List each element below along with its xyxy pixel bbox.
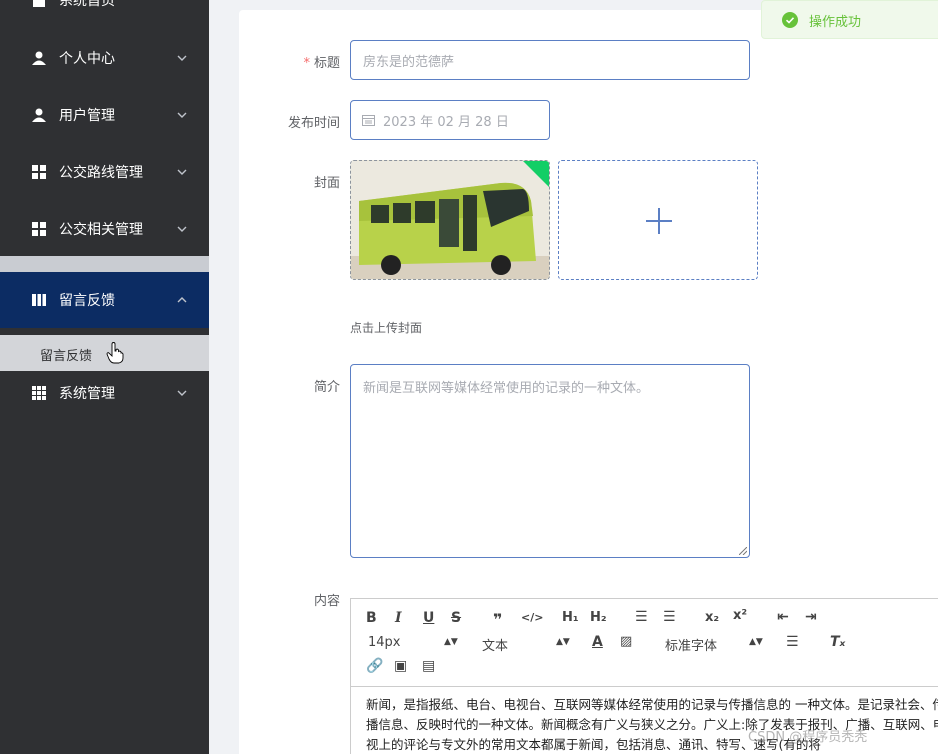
content-label: 内容	[313, 594, 340, 609]
check-circle-icon	[782, 12, 798, 28]
background-color-icon[interactable]: ▨	[620, 634, 632, 649]
book-icon	[31, 292, 47, 308]
user-icon	[31, 50, 47, 66]
publish-time-picker[interactable]: 2023 年 02 月 28 日	[350, 100, 550, 140]
sidebar-subitem-label: 留言反馈	[40, 349, 93, 364]
summary-value: 新闻是互联网等媒体经常使用的记录的一种文体。	[363, 381, 650, 396]
font-size-value: 14px	[368, 635, 401, 650]
chevron-up-icon	[177, 297, 187, 303]
chevron-down-icon	[177, 226, 187, 232]
cover-upload-button[interactable]	[558, 160, 758, 280]
select-caret-icon: ▲▼	[556, 637, 570, 647]
sidebar-item-label: 公交相关管理	[59, 222, 143, 238]
select-caret-icon: ▲▼	[749, 637, 763, 647]
superscript-icon[interactable]: x²	[733, 608, 747, 623]
resize-handle-icon[interactable]	[739, 547, 747, 555]
sidebar-item-label: 系统首页	[59, 0, 115, 9]
image-icon[interactable]: ▣	[394, 658, 407, 674]
chevron-down-icon	[177, 55, 187, 61]
sidebar-item-label: 公交路线管理	[59, 165, 143, 181]
blockquote-icon[interactable]: ❞	[493, 610, 502, 629]
video-icon[interactable]: ▤	[422, 658, 435, 674]
title-label: * 标题	[280, 52, 340, 71]
font-color-icon[interactable]: A	[592, 634, 603, 650]
editor-content[interactable]: 新闻，是指报纸、电台、电视台、互联网等媒体经常使用的记录与传播信息的 一种文体。…	[366, 695, 938, 754]
cover-hint: 点击上传封面	[350, 321, 423, 335]
font-size-select[interactable]: 14px ▲▼	[368, 635, 458, 650]
heading2-icon[interactable]: H₂	[590, 610, 607, 625]
align-icon[interactable]: ☰	[786, 634, 799, 650]
required-mark: *	[303, 56, 310, 71]
link-icon[interactable]: 🔗	[366, 658, 383, 674]
chevron-down-icon	[177, 112, 187, 118]
block-type-select[interactable]: 文本 ▲▼	[482, 635, 572, 654]
heading1-icon[interactable]: H₁	[562, 610, 579, 625]
indent-icon[interactable]: ⇥	[805, 609, 817, 625]
code-block-icon[interactable]: </>	[521, 611, 543, 624]
outdent-icon[interactable]: ⇤	[777, 609, 789, 625]
bullet-list-icon[interactable]: ☰	[663, 609, 676, 625]
title-input[interactable]: 房东是的范德萨	[350, 40, 750, 80]
cover-label: 封面	[313, 176, 340, 191]
sidebar-item-home[interactable]: 系统首页	[0, 0, 209, 28]
sidebar-item-label: 系统管理	[59, 386, 115, 402]
underline-icon[interactable]: U	[423, 610, 434, 626]
select-caret-icon: ▲▼	[444, 637, 458, 647]
sidebar-item-system-management[interactable]: 系统管理	[0, 365, 209, 421]
chevron-down-icon	[177, 390, 187, 396]
editor-toolbar: B I U S ❞ </> H₁ H₂ ☰ ☰ x₂ x² ⇤ ⇥ 14px ▲…	[351, 599, 938, 687]
summary-label: 简介	[313, 380, 340, 395]
sidebar-item-bus-related-management[interactable]: 公交相关管理	[0, 201, 209, 257]
publish-time-value: 2023 年 02 月 28 日	[383, 114, 509, 130]
apps-icon	[31, 385, 47, 401]
publish-time-label: 发布时间	[287, 116, 340, 131]
font-family-select[interactable]: 标准字体 ▲▼	[665, 635, 765, 654]
sidebar-item-bus-route-management[interactable]: 公交路线管理	[0, 144, 209, 200]
chevron-down-icon	[177, 169, 187, 175]
italic-icon[interactable]: I	[395, 610, 402, 626]
bus-image	[351, 161, 549, 279]
title-input-value: 房东是的范德萨	[363, 54, 455, 70]
summary-textarea[interactable]: 新闻是互联网等媒体经常使用的记录的一种文体。	[350, 364, 750, 558]
clear-format-icon[interactable]: Tₓ	[830, 634, 845, 650]
bold-icon[interactable]: B	[366, 610, 377, 626]
grid-icon	[31, 221, 47, 237]
hand-cursor-icon	[106, 342, 124, 364]
sidebar-item-feedback[interactable]: 留言反馈	[0, 272, 209, 328]
sidebar-item-label: 留言反馈	[59, 293, 115, 309]
sidebar-item-label: 用户管理	[59, 108, 115, 124]
grid-icon	[31, 164, 47, 180]
sidebar-item-personal-center[interactable]: 个人中心	[0, 30, 209, 86]
font-family-value: 标准字体	[665, 639, 718, 654]
subscript-icon[interactable]: x₂	[705, 610, 719, 625]
calendar-icon	[362, 115, 375, 126]
toast-message: 操作成功	[809, 15, 862, 30]
sidebar: 系统首页 个人中心 用户管理 公交路线管理 公交相关管理 留言反馈 留言反馈 系…	[0, 0, 209, 754]
sidebar-item-label: 个人中心	[59, 51, 115, 67]
sidebar-item-user-management[interactable]: 用户管理	[0, 87, 209, 143]
sidebar-divider	[0, 256, 209, 272]
block-type-value: 文本	[482, 639, 509, 654]
ordered-list-icon[interactable]: ☰	[635, 609, 648, 625]
plus-icon	[646, 208, 672, 234]
home-icon	[31, 0, 47, 8]
watermark: CSDN @程序员秃秃	[748, 730, 868, 745]
strikethrough-icon[interactable]: S	[451, 610, 461, 626]
user-icon	[31, 107, 47, 123]
title-label-text: 标题	[313, 56, 340, 71]
success-toast: 操作成功	[761, 0, 938, 39]
cover-image-thumbnail[interactable]	[350, 160, 550, 280]
